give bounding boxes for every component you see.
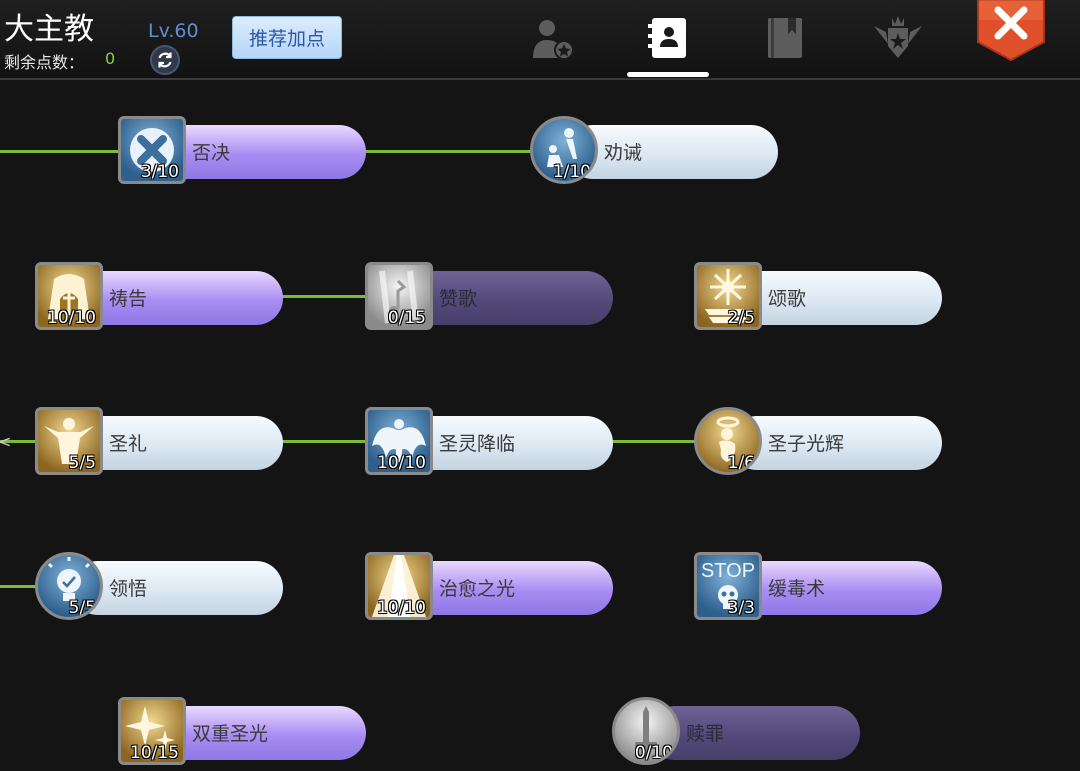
svg-text:STOP: STOP bbox=[701, 560, 755, 582]
skill-name: 劝诫 bbox=[604, 142, 643, 164]
skill-node-atonement[interactable]: 赎罪 0/10 bbox=[612, 697, 952, 771]
skill-name: 治愈之光 bbox=[439, 578, 516, 600]
skill-level: 10/15 bbox=[130, 743, 179, 763]
skill-level: 1/10 bbox=[552, 162, 591, 182]
skill-icon-frame: 5/5 bbox=[35, 552, 103, 620]
skill-node-ode[interactable]: 颂歌 2/5 bbox=[694, 262, 1034, 336]
skill-name: 否决 bbox=[192, 142, 231, 164]
skill-name: 缓毒术 bbox=[768, 578, 826, 600]
skill-icon-frame: STOP 3/3 bbox=[694, 552, 762, 620]
skill-book-icon bbox=[648, 18, 686, 58]
skill-icon-frame: 3/10 bbox=[118, 116, 186, 184]
skill-name: 赞歌 bbox=[439, 288, 478, 310]
skill-name: 圣子光辉 bbox=[768, 433, 845, 455]
reset-points-button[interactable] bbox=[150, 45, 180, 75]
skill-node-admonish[interactable]: 劝诫 1/10 bbox=[530, 116, 870, 190]
skill-node-holy-child[interactable]: 圣子光辉 1/6 bbox=[694, 407, 1034, 481]
skill-level: 3/3 bbox=[727, 598, 755, 618]
skill-icon-frame: 2/5 bbox=[694, 262, 762, 330]
skill-icon-frame: 1/10 bbox=[530, 116, 598, 184]
tab-journal[interactable] bbox=[758, 14, 810, 62]
skill-level: 1/6 bbox=[727, 453, 755, 473]
skill-node-slow-poison[interactable]: 缓毒术 STOP 3/3 bbox=[694, 552, 1034, 626]
close-icon bbox=[977, 0, 1045, 62]
tab-rank[interactable] bbox=[872, 14, 924, 62]
active-tab-indicator bbox=[627, 72, 709, 77]
journal-icon bbox=[768, 18, 802, 58]
skill-name: 双重圣光 bbox=[192, 723, 269, 745]
scroll-left-indicator: < bbox=[0, 432, 12, 451]
skill-level: 3/10 bbox=[140, 162, 179, 182]
skill-node-sacrament[interactable]: 圣礼 5/5 bbox=[35, 407, 375, 481]
skill-level: 0/15 bbox=[387, 308, 426, 328]
skill-name: 颂歌 bbox=[768, 288, 807, 310]
skill-level: 5/5 bbox=[68, 453, 96, 473]
skill-name: 赎罪 bbox=[686, 723, 725, 745]
skill-icon-frame: 10/10 bbox=[35, 262, 103, 330]
skill-node-holy-spirit[interactable]: 圣灵降临 10/10 bbox=[365, 407, 705, 481]
character-icon bbox=[533, 20, 574, 60]
skill-icon-frame: 1/6 bbox=[694, 407, 762, 475]
class-name: 大主教 bbox=[4, 12, 94, 47]
remaining-points-value: 0 bbox=[105, 49, 116, 68]
skill-level: 0/10 bbox=[634, 743, 673, 763]
close-button[interactable] bbox=[976, 0, 1046, 62]
remaining-points-label: 剩余点数： bbox=[4, 53, 85, 72]
tree-connector bbox=[0, 150, 120, 153]
tab-skills[interactable] bbox=[642, 14, 694, 62]
skill-node-veto[interactable]: 否决 3/10 bbox=[118, 116, 458, 190]
skill-name: 圣礼 bbox=[109, 433, 148, 455]
skill-node-healing-light[interactable]: 治愈之光 10/10 bbox=[365, 552, 705, 626]
recommend-points-button[interactable]: 推荐加点 bbox=[232, 16, 342, 59]
tree-connector bbox=[0, 585, 40, 588]
skill-icon-frame: 5/5 bbox=[35, 407, 103, 475]
skill-level: 10/10 bbox=[377, 453, 426, 473]
rank-emblem-icon bbox=[874, 16, 922, 58]
skill-node-prayer[interactable]: 祷告 10/10 bbox=[35, 262, 375, 336]
skill-icon-frame: 0/15 bbox=[365, 262, 433, 330]
skill-icon-frame: 10/10 bbox=[365, 552, 433, 620]
tab-character[interactable] bbox=[526, 14, 578, 62]
header-bar: 大主教 剩余点数： 0 Lv.60 推荐加点 bbox=[0, 0, 1080, 80]
skill-level: 5/5 bbox=[68, 598, 96, 618]
refresh-icon bbox=[158, 52, 172, 68]
skill-node-hymn[interactable]: 赞歌 0/15 bbox=[365, 262, 705, 336]
skill-icon-frame: 10/10 bbox=[365, 407, 433, 475]
skill-level: 10/10 bbox=[377, 598, 426, 618]
skill-node-enlighten[interactable]: 领悟 5/5 bbox=[35, 552, 375, 626]
skill-node-double-light[interactable]: 双重圣光 10/15 bbox=[118, 697, 458, 771]
skill-level: 2/5 bbox=[727, 308, 755, 328]
character-level: Lv.60 bbox=[148, 20, 199, 42]
skill-name: 祷告 bbox=[109, 288, 148, 310]
skill-name: 圣灵降临 bbox=[439, 433, 516, 455]
skill-level: 10/10 bbox=[47, 308, 96, 328]
skill-name: 领悟 bbox=[109, 578, 148, 600]
